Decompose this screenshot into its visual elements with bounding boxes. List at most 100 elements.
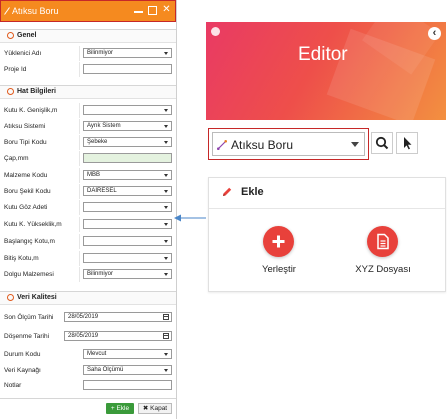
row-boru-sekil-kodu: Boru Şekil Kodu DAİRESEL: [0, 184, 176, 199]
section-genel[interactable]: Genel: [0, 29, 176, 43]
date-value: 28/05/2019: [68, 314, 99, 320]
row-atiksu-sistemi: Atıksu Sistemi Ayrık Sistem: [0, 119, 176, 134]
field-label: Boru Tipi Kodu: [4, 139, 47, 146]
yerlestir-action[interactable]: Yerleştir: [239, 226, 319, 286]
field-label: Notlar: [4, 382, 22, 389]
add-card-title: Ekle: [241, 186, 264, 198]
section-title: Hat Bilgileri: [17, 88, 56, 95]
row-bitis-kotu: Bitiş Kotu,m: [0, 251, 176, 266]
editor-panel: ‹ Editor Atıksu Boru Ekle Yerleştir XYZ …: [206, 22, 446, 292]
field-label: Boru Şekil Kodu: [4, 188, 51, 195]
form-footer: + Ekle ✖ Kapat: [0, 398, 176, 420]
layer-select-highlight: Atıksu Boru: [208, 128, 369, 160]
pipe-line-icon: [217, 140, 227, 150]
kutu-genislik-spinner[interactable]: [83, 105, 172, 115]
xyz-dosyasi-action[interactable]: XYZ Dosyası: [343, 226, 423, 286]
calendar-icon[interactable]: [163, 314, 169, 320]
row-kutu-genislik: Kutu K. Genişlik,m: [0, 103, 176, 118]
layer-select-value: Atıksu Boru: [231, 138, 294, 152]
feature-form-panel: Atıksu Boru ✕ Genel Yüklenici Adı Bilinm…: [0, 0, 177, 419]
field-label: Kutu K. Genişlik,m: [4, 107, 58, 114]
yerlestir-label: Yerleştir: [262, 264, 296, 275]
row-veri-kaynagi: Veri Kaynağı Saha Ölçümü: [0, 363, 176, 378]
date-value: 28/05/2019: [68, 333, 99, 339]
search-button[interactable]: [371, 132, 393, 154]
pencil-icon: [223, 187, 232, 196]
status-dot-icon: [211, 27, 220, 36]
baslangic-kotu-spinner[interactable]: [83, 236, 172, 246]
add-card: Ekle Yerleştir XYZ Dosyası: [208, 177, 446, 292]
atiksu-sistemi-select[interactable]: Ayrık Sistem: [83, 121, 172, 131]
calendar-icon[interactable]: [163, 333, 169, 339]
chevron-down-icon: [351, 142, 359, 147]
veri-kaynagi-select[interactable]: Saha Ölçümü: [83, 365, 172, 375]
ekle-button[interactable]: + Ekle: [106, 403, 134, 414]
proje-id-input[interactable]: [83, 64, 172, 74]
field-label: Başlangıç Kotu,m: [4, 238, 55, 245]
form-titlebar: Atıksu Boru ✕: [0, 0, 176, 22]
document-icon[interactable]: [367, 226, 398, 257]
kapat-button[interactable]: ✖ Kapat: [138, 403, 172, 414]
malzeme-kodu-select[interactable]: MBB: [83, 170, 172, 180]
xyz-dosyasi-label: XYZ Dosyası: [355, 264, 411, 275]
row-baslangic-kotu: Başlangıç Kotu,m: [0, 234, 176, 249]
section-toggle-icon: [7, 32, 14, 39]
section-veri-kalitesi[interactable]: Veri Kalitesi: [0, 291, 176, 305]
bitis-kotu-spinner[interactable]: [83, 253, 172, 263]
field-label: Son Ölçüm Tarihi: [4, 314, 54, 321]
row-malzeme-kodu: Malzeme Kodu MBB: [0, 168, 176, 183]
cap-input[interactable]: [83, 153, 172, 163]
doseme-tarihi-date[interactable]: 28/05/2019: [64, 331, 172, 341]
close-button[interactable]: ✕: [162, 5, 171, 15]
minimize-button[interactable]: [134, 5, 143, 13]
cursor-icon: [404, 137, 412, 150]
pipe-icon: [4, 7, 10, 15]
son-olcum-tarihi-date[interactable]: 28/05/2019: [64, 312, 172, 322]
field-label: Veri Kaynağı: [4, 367, 41, 374]
row-notlar: Notlar: [0, 378, 176, 393]
back-button[interactable]: ‹: [428, 27, 441, 40]
row-dolgu-malzemesi: Dolgu Malzemesi Bilinmiyor: [0, 267, 176, 282]
field-label: Çap,mm: [4, 155, 29, 162]
row-kutu-yukseklik: Kutu K. Yükseklik,m: [0, 217, 176, 232]
kutu-goz-adeti-spinner[interactable]: [83, 202, 172, 212]
row-durum-kodu: Durum Kodu Mevcut: [0, 347, 176, 362]
row-yuklenici-adi: Yüklenici Adı Bilinmiyor: [0, 46, 176, 61]
section-hat-bilgileri[interactable]: Hat Bilgileri: [0, 85, 176, 99]
field-label: Kutu K. Yükseklik,m: [4, 221, 62, 228]
row-doseme-tarihi: Döşenme Tarihi 28/05/2019: [0, 329, 176, 344]
row-son-olcum-tarihi: Son Ölçüm Tarihi 28/05/2019: [0, 310, 176, 325]
durum-kodu-select[interactable]: Mevcut: [83, 349, 172, 359]
maximize-button[interactable]: [148, 6, 157, 15]
search-icon: [375, 136, 389, 150]
boru-sekil-select[interactable]: DAİRESEL: [83, 186, 172, 196]
editor-title: Editor: [298, 44, 348, 65]
boru-tipi-select[interactable]: Şebeke: [83, 137, 172, 147]
layer-select[interactable]: Atıksu Boru: [212, 132, 365, 156]
notlar-input[interactable]: [83, 380, 172, 390]
field-label: Bitiş Kotu,m: [4, 255, 39, 262]
row-kutu-goz-adeti: Kutu Göz Adeti: [0, 200, 176, 215]
field-label: Proje Id: [4, 66, 27, 73]
dolgu-malzemesi-select[interactable]: Bilinmiyor: [83, 269, 172, 279]
row-cap: Çap,mm: [0, 151, 176, 166]
section-title: Veri Kalitesi: [17, 294, 57, 301]
select-tool-button[interactable]: [396, 132, 418, 154]
field-label: Atıksu Sistemi: [4, 123, 46, 130]
editor-header: ‹ Editor: [206, 22, 446, 120]
plus-icon[interactable]: [263, 226, 294, 257]
yuklenici-adi-select[interactable]: Bilinmiyor: [83, 48, 172, 58]
field-label: Yüklenici Adı: [4, 50, 42, 57]
section-title: Genel: [17, 32, 37, 39]
field-label: Durum Kodu: [4, 351, 41, 358]
kutu-yukseklik-spinner[interactable]: [83, 219, 172, 229]
field-label: Dolgu Malzemesi: [4, 271, 54, 278]
section-toggle-icon: [7, 294, 14, 301]
field-label: Malzeme Kodu: [4, 172, 48, 179]
row-boru-tipi-kodu: Boru Tipi Kodu Şebeke: [0, 135, 176, 150]
add-card-header: Ekle: [209, 178, 445, 209]
section-toggle-icon: [7, 88, 14, 95]
row-proje-id: Proje Id: [0, 62, 176, 77]
field-label: Kutu Göz Adeti: [4, 204, 48, 211]
field-label: Döşenme Tarihi: [4, 333, 50, 340]
